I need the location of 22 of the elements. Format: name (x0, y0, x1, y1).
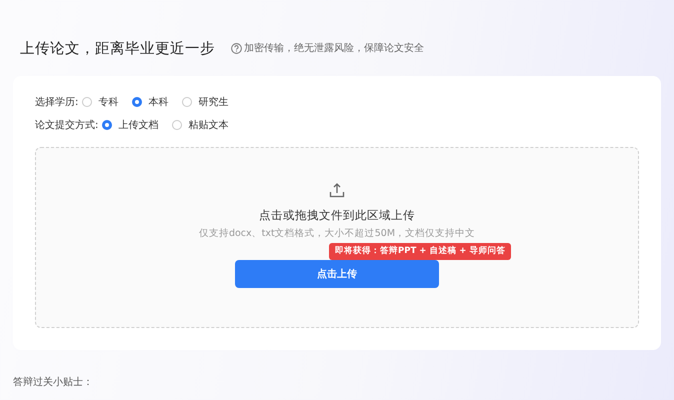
radio-icon[interactable] (172, 120, 182, 130)
upload-icon (329, 182, 345, 198)
help-icon (231, 42, 242, 54)
radio-option[interactable]: 粘贴文本 (170, 118, 230, 132)
radio-option[interactable]: 专科 (80, 94, 120, 108)
format-hint: 仅支持docx、txt文档格式，大小不超过50M，文档仅支持中文 (198, 227, 476, 240)
section-title: 答辩过关小贴士： (13, 376, 93, 389)
drop-title: 点击或拖拽文件到此区域上传 (259, 208, 415, 223)
security-note: 加密传输，绝无泄露风险，保障论文安全 (244, 42, 424, 55)
radio-icon[interactable] (132, 96, 142, 106)
upload-button[interactable]: 点击上传 (235, 260, 439, 288)
promo-badge: 即将获得：答辩PPT + 自述稿 + 导师问答 (329, 243, 512, 260)
radio-option[interactable]: 研究生 (180, 94, 230, 108)
field-label: 论文提交方式: (35, 118, 98, 132)
radio-option[interactable]: 上传文档 (100, 118, 160, 132)
drop-zone[interactable]: 点击或拖拽文件到此区域上传 仅支持docx、txt文档格式，大小不超过50M，文档仅支持中文 即将获得：答辩PPT + 自述稿 + 导师问答 点击上传 (35, 147, 639, 328)
radio-icon[interactable] (82, 96, 92, 106)
radio-icon[interactable] (182, 96, 192, 106)
field-label: 选择学历: (35, 96, 78, 108)
page-title: 上传论文，距离毕业更近一步 (20, 40, 215, 58)
radio-option[interactable]: 本科 (130, 94, 170, 108)
radio-icon[interactable] (102, 120, 112, 130)
